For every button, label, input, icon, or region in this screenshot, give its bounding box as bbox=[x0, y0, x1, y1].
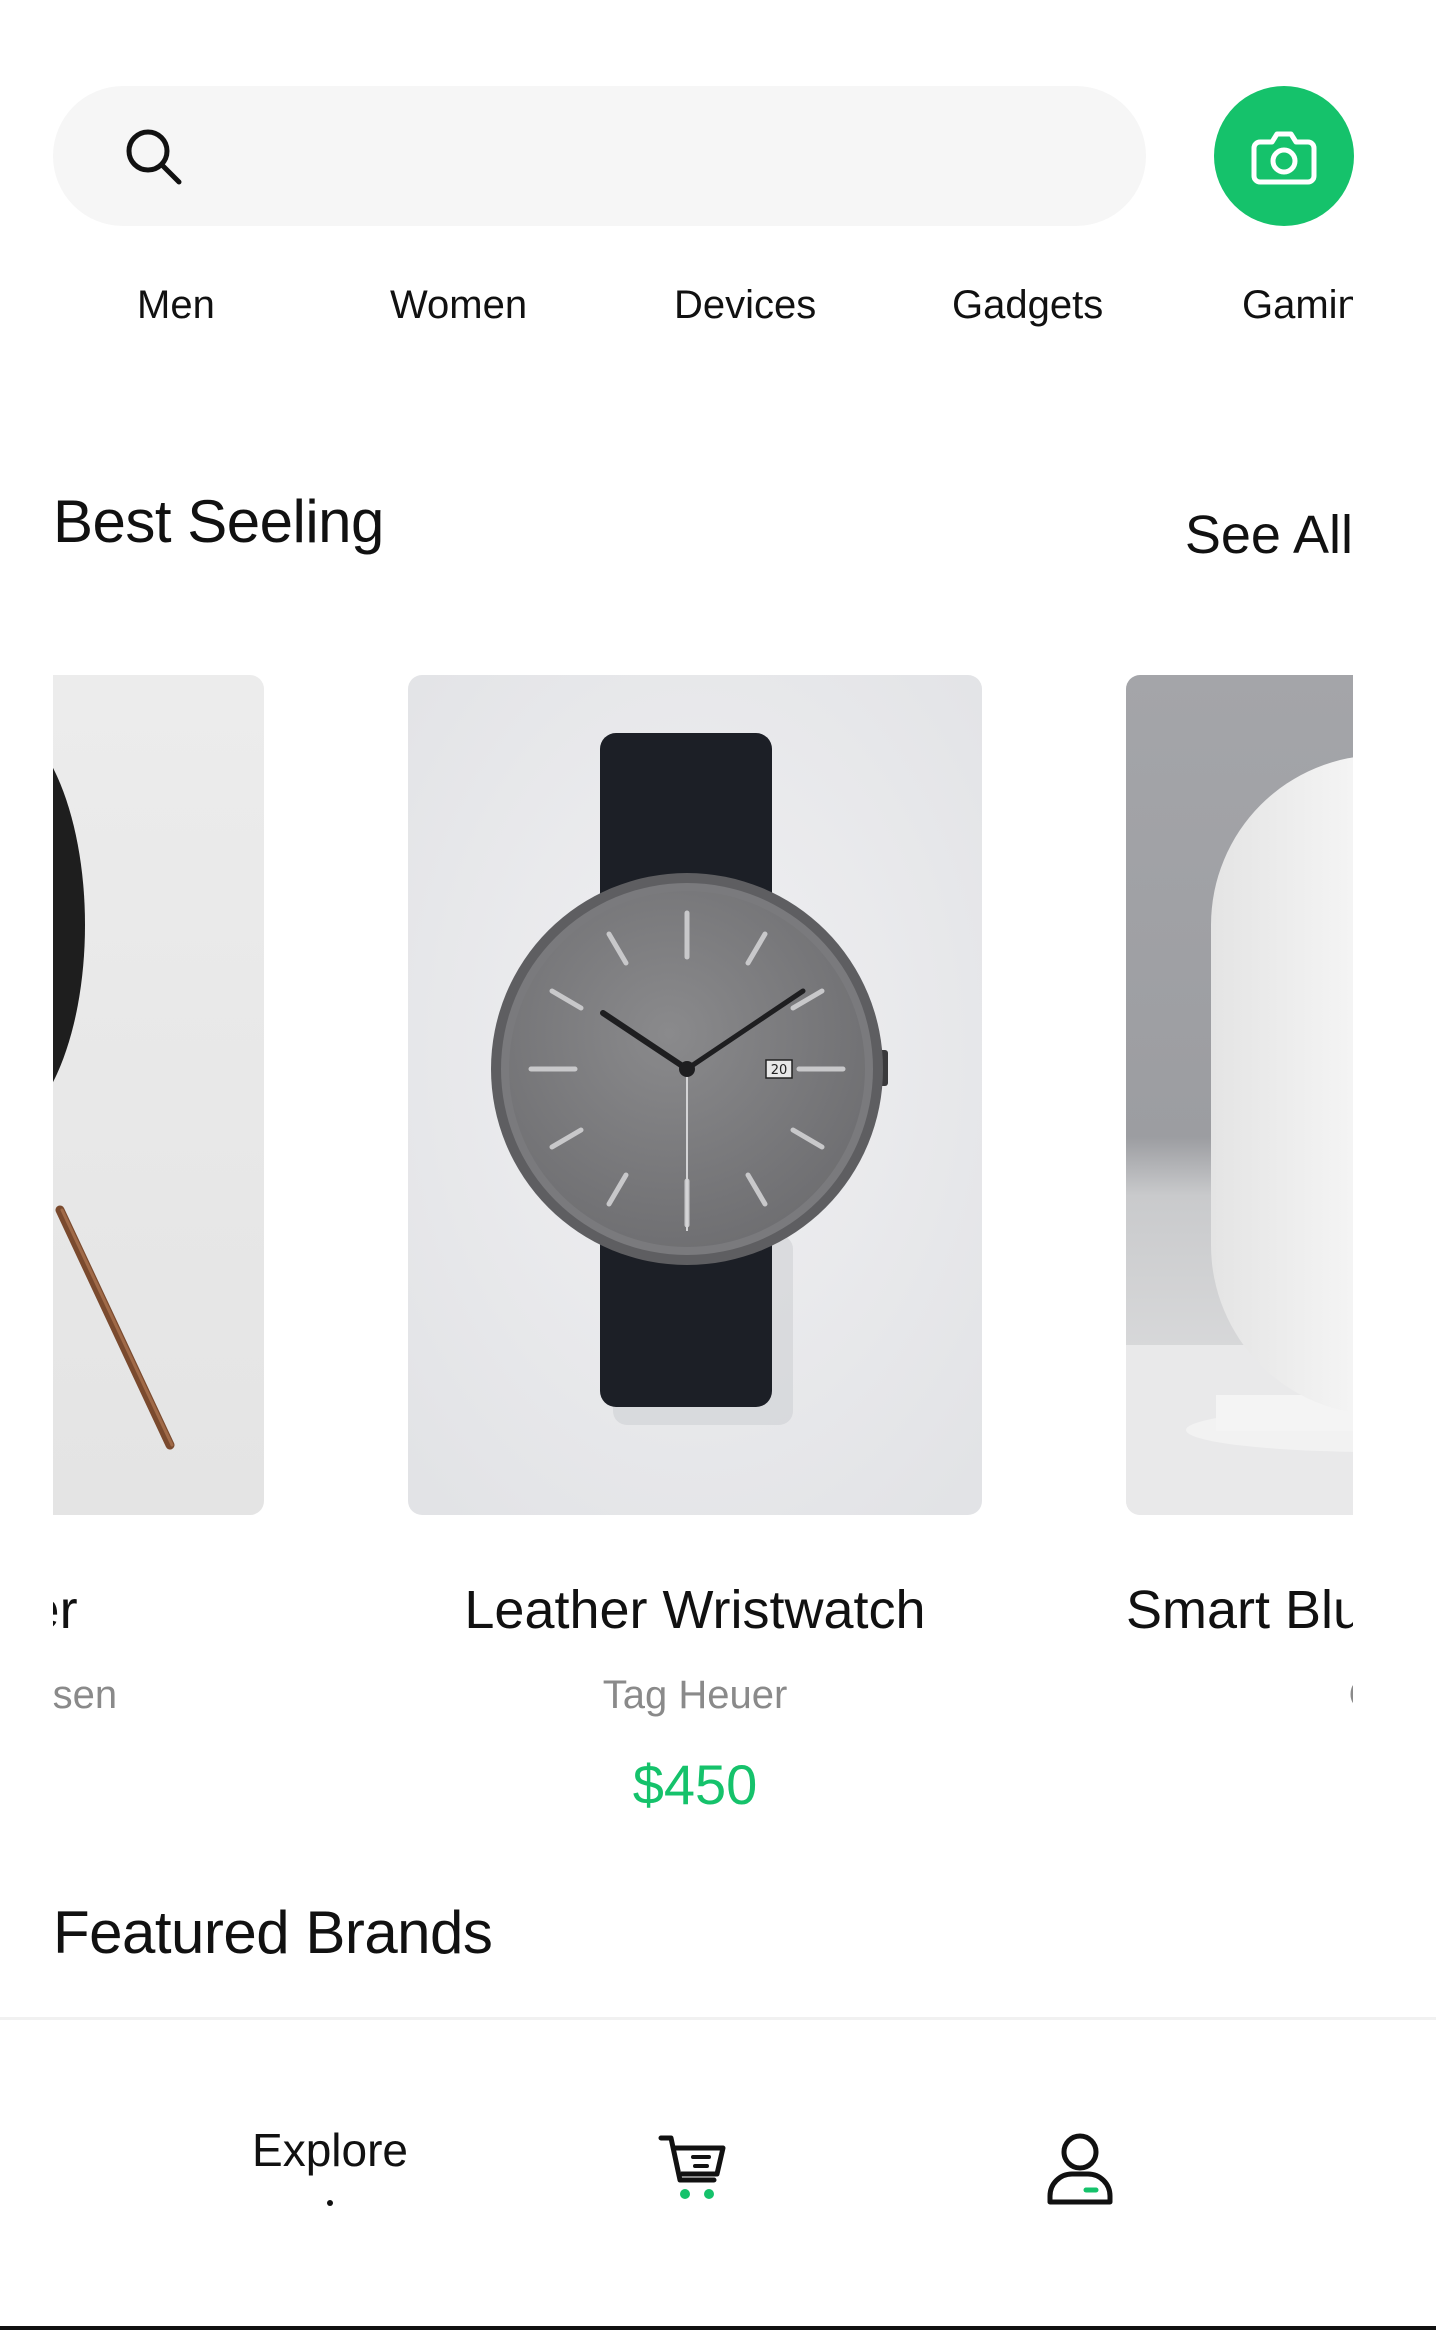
product-name: Leather Wristwatch bbox=[464, 1580, 926, 1640]
nav-explore-label: Explore bbox=[252, 2124, 408, 2176]
product-carousel[interactable]: Speaker Bang & Olufsen bbox=[53, 670, 1353, 1840]
camera-search-button[interactable] bbox=[1214, 86, 1354, 226]
search-bar[interactable] bbox=[53, 86, 1146, 226]
search-input[interactable] bbox=[203, 116, 1107, 198]
category-tab-women[interactable]: Women bbox=[390, 270, 527, 340]
category-tabs: Men Women Devices Gadgets Gaming bbox=[53, 270, 1353, 340]
see-all-link[interactable]: See All bbox=[1185, 495, 1353, 575]
category-tab-men[interactable]: Men bbox=[137, 270, 215, 340]
best-selling-title: Best Seeling bbox=[53, 488, 384, 555]
category-tab-devices[interactable]: Devices bbox=[674, 270, 816, 340]
product-card-smart-speaker[interactable]: Smart Bluetooth Speaker Google $ bbox=[1126, 670, 1353, 1840]
product-name: Smart Bluetooth Speaker bbox=[1126, 1580, 1353, 1640]
camera-icon bbox=[1251, 131, 1317, 185]
product-image-smart-speaker bbox=[1126, 675, 1353, 1515]
product-brand: Google bbox=[1126, 1670, 1354, 1720]
product-image-speaker bbox=[53, 675, 264, 1515]
search-icon bbox=[126, 129, 182, 185]
nav-explore[interactable]: Explore bbox=[230, 2120, 430, 2220]
home-indicator bbox=[0, 2326, 1436, 2330]
cart-icon[interactable] bbox=[655, 2130, 735, 2210]
featured-brands-title: Featured Brands bbox=[53, 1899, 493, 1966]
product-brand: Bang & Olufsen bbox=[53, 1673, 118, 1717]
product-card-leather-wristwatch[interactable]: 20 Leather Wristwatch Tag Heuer $450 bbox=[408, 670, 982, 1840]
product-image-wristwatch: 20 bbox=[408, 675, 982, 1515]
product-price: $ bbox=[1126, 1750, 1353, 1820]
product-card-speaker[interactable]: Speaker Bang & Olufsen bbox=[53, 670, 264, 1840]
product-brand: Tag Heuer bbox=[602, 1673, 788, 1717]
active-indicator-dot bbox=[327, 2200, 333, 2206]
category-tab-gaming[interactable]: Gaming bbox=[1242, 270, 1353, 340]
product-name: Speaker bbox=[53, 1580, 78, 1640]
profile-icon[interactable] bbox=[1040, 2130, 1120, 2210]
bottom-nav: Explore bbox=[0, 2017, 1436, 2330]
category-tab-gadgets[interactable]: Gadgets bbox=[952, 270, 1103, 340]
svg-text:20: 20 bbox=[771, 1063, 788, 1078]
product-price: $450 bbox=[632, 1753, 758, 1816]
